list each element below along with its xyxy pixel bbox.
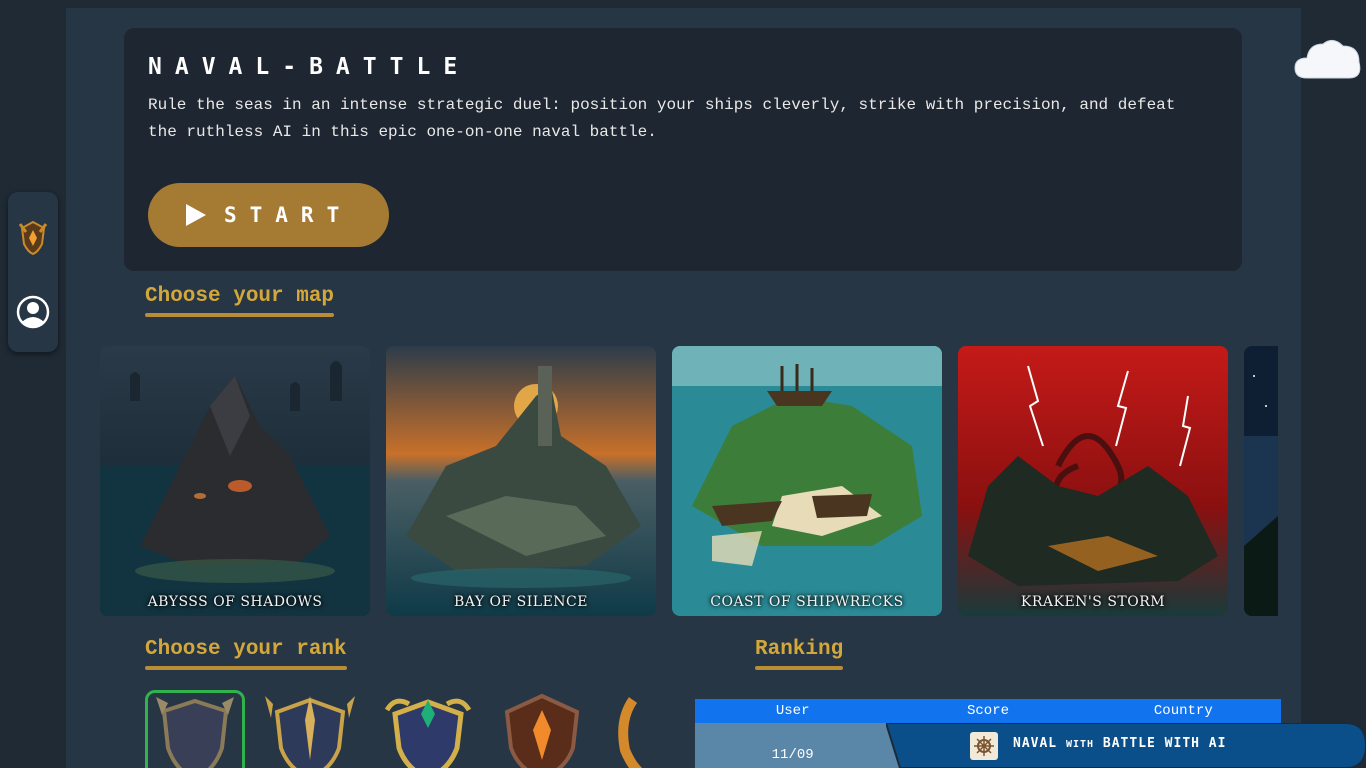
map-label: KRAKEN'S STORM — [1020, 594, 1166, 610]
rank-emblem-icon — [18, 220, 48, 256]
map-label: ABYSSS OF SHADOWS — [147, 594, 323, 610]
rank-option-1[interactable] — [145, 690, 245, 768]
rank-option-4[interactable] — [495, 690, 595, 768]
rank-option-2[interactable] — [263, 690, 363, 768]
map-carousel: ABYSSS OF SHADOWS BAY OF SILENCE COAST O… — [100, 346, 1278, 616]
map-card-coast-of-shipwrecks[interactable]: COAST OF SHIPWRECKS — [672, 346, 942, 616]
header-user: User — [775, 703, 810, 719]
rank-option-3[interactable] — [381, 690, 481, 768]
start-label: START — [224, 203, 353, 227]
cloud-icon[interactable] — [1293, 34, 1363, 80]
banner-word-with: WITH — [1065, 739, 1095, 750]
banner-title: NAVAL WITH BATTLE WITH AI — [1013, 736, 1226, 751]
game-title: NAVAL-BATTLE — [148, 54, 471, 80]
map-label: BAY OF SILENCE — [454, 594, 588, 610]
user-profile-icon — [16, 295, 50, 329]
ranking-title: Ranking — [755, 638, 844, 670]
map-card-abyss-of-shadows[interactable]: ABYSSS OF SHADOWS — [100, 346, 370, 616]
banner-word-battle: BATTLE WITH AI — [1102, 736, 1227, 751]
header-country: Country — [1153, 703, 1213, 719]
header-score: Score — [966, 703, 1009, 719]
sidebar-profile-button[interactable] — [8, 287, 58, 337]
map-card-krakens-storm[interactable]: KRAKEN'S STORM — [958, 346, 1228, 616]
rank-option-5[interactable] — [613, 690, 646, 768]
row-user: 11/09 — [771, 747, 814, 763]
play-icon — [186, 204, 206, 226]
hero-card: NAVAL-BATTLE Rule the seas in an intense… — [124, 28, 1242, 271]
map-label: COAST OF SHIPWRECKS — [710, 594, 904, 610]
choose-map-title: Choose your map — [145, 285, 335, 317]
rank-selector — [145, 690, 646, 768]
start-button[interactable]: START — [148, 183, 389, 247]
choose-rank-title: Choose your rank — [145, 638, 347, 670]
taskbar-banner[interactable]: NAVAL WITH BATTLE WITH AI — [886, 723, 1366, 768]
banner-word-naval: NAVAL — [1013, 736, 1058, 751]
sidebar-rank-button[interactable] — [8, 212, 58, 262]
map-card-bay-of-silence[interactable]: BAY OF SILENCE — [386, 346, 656, 616]
game-description: Rule the seas in an intense strategic du… — [148, 96, 1176, 141]
map-card-partial[interactable] — [1244, 346, 1278, 616]
ship-wheel-icon — [970, 732, 998, 760]
ranking-header: User Score Country — [695, 699, 1281, 723]
sidebar — [8, 192, 58, 352]
